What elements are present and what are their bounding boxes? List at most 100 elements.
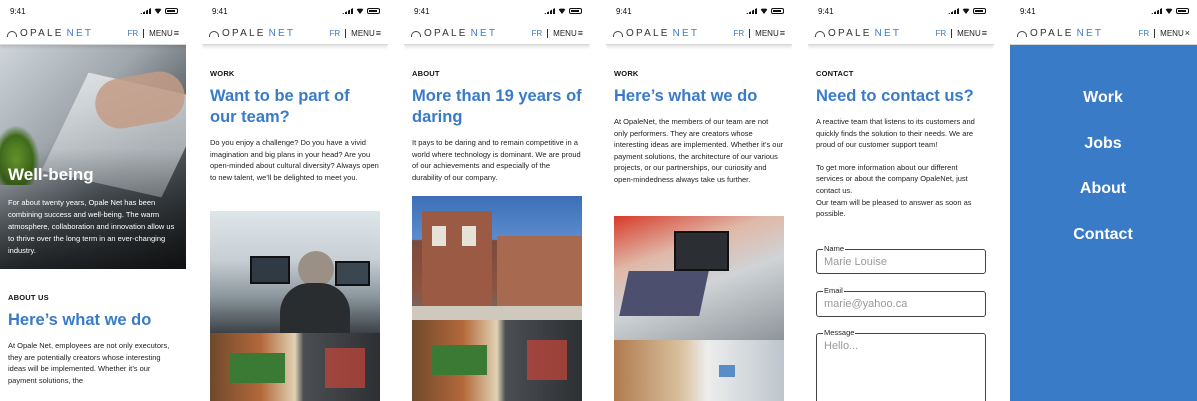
logo-arc-icon [815, 31, 825, 37]
section-heading: Here’s what we do [8, 311, 152, 329]
email-field-value[interactable]: marie@yahoo.ca [824, 298, 907, 310]
divider [547, 28, 549, 38]
status-bar: 9:41 [808, 0, 994, 22]
language-toggle[interactable]: FR [734, 29, 745, 38]
section-body: Do you enjoy a challenge? Do you have a … [210, 138, 379, 182]
laptop-desk-photo [614, 216, 784, 340]
monitor-shape [674, 231, 729, 271]
navbar: OPALE NET FR MENU × [1010, 22, 1197, 45]
foosball-table-shape [230, 353, 285, 383]
status-time: 9:41 [1020, 6, 1036, 16]
status-bar: 9:41 [404, 0, 590, 22]
window-shape [432, 226, 446, 246]
status-time: 9:41 [818, 6, 834, 16]
laptop-screen-shape [619, 271, 709, 316]
status-icons [1151, 8, 1189, 14]
hero-title: Well-being [8, 165, 94, 184]
menu-button[interactable]: MENU [149, 29, 173, 38]
signal-icon [544, 8, 555, 14]
screen-menu: 9:41 OPALE NET FR MENU × Work Jobs About Co… [1010, 0, 1197, 401]
window-shape [462, 226, 476, 246]
menu-item-jobs[interactable]: Jobs [1010, 133, 1196, 179]
message-field[interactable]: Message Hello... [816, 328, 986, 401]
section-heading: More than 19 years of daring [412, 87, 582, 126]
logo[interactable]: OPALE NET [209, 28, 295, 39]
status-bar: 9:41 [606, 0, 792, 22]
section-body: At OpaleNet, the members of our team are… [614, 117, 784, 184]
section-body: To get more information about our differ… [816, 162, 968, 195]
battery-icon [771, 8, 784, 14]
language-toggle[interactable]: FR [532, 29, 543, 38]
battery-icon [367, 8, 380, 14]
message-field-label: Message [823, 328, 856, 337]
hamburger-icon[interactable]: ≡ [982, 28, 987, 38]
signal-icon [1151, 8, 1162, 14]
menu-item-contact[interactable]: Contact [1010, 224, 1196, 270]
hamburger-icon[interactable]: ≡ [376, 28, 381, 38]
logo[interactable]: OPALE NET [613, 28, 699, 39]
email-field[interactable]: Email marie@yahoo.ca [816, 286, 986, 317]
screen-home: 9:41 OPALE NET FR MENU ≡ Well-being For abo… [0, 0, 186, 401]
language-toggle[interactable]: FR [330, 29, 341, 38]
logo-arc-icon [613, 31, 623, 37]
section-body: It pays to be daring and to remain compe… [412, 138, 581, 182]
screen-contact: 9:41 OPALE NET FR MENU ≡ CONTACT Need to co… [808, 0, 994, 401]
monitor-shape [250, 256, 290, 284]
section-eyebrow: WORK [614, 69, 639, 78]
divider [951, 28, 953, 38]
logo-text-left: OPALE [20, 27, 64, 39]
logo-arc-icon [209, 31, 219, 37]
menu-button[interactable]: MENU [553, 29, 577, 38]
recreation-room-photo [210, 333, 380, 401]
status-bar: 9:41 [1010, 0, 1197, 22]
divider [749, 28, 751, 38]
status-bar: 9:41 [202, 0, 388, 22]
logo[interactable]: OPALE NET [411, 28, 497, 39]
status-time: 9:41 [616, 6, 632, 16]
wifi-icon [1165, 8, 1173, 14]
logo[interactable]: OPALE NET [1017, 28, 1103, 39]
menu-button[interactable]: MENU [1160, 29, 1184, 38]
logo[interactable]: OPALE NET [7, 28, 93, 39]
logo[interactable]: OPALE NET [815, 28, 901, 39]
wifi-icon [356, 8, 364, 14]
monitor-shape [335, 261, 370, 286]
section-eyebrow: WORK [210, 69, 235, 78]
person-body-shape [280, 283, 350, 333]
status-bar: 9:41 [0, 0, 186, 22]
message-field-value[interactable]: Hello... [824, 340, 858, 352]
status-icons [544, 8, 582, 14]
language-toggle[interactable]: FR [936, 29, 947, 38]
section-heading: Need to contact us? [816, 87, 974, 105]
name-field-value[interactable]: Marie Louise [824, 256, 887, 268]
navbar: OPALE NET FR MENU ≡ [404, 22, 590, 45]
screen-shape [719, 365, 735, 377]
foosball-table-shape [432, 345, 487, 375]
language-toggle[interactable]: FR [1139, 29, 1150, 38]
language-toggle[interactable]: FR [128, 29, 139, 38]
menu-button[interactable]: MENU [755, 29, 779, 38]
building-photo [412, 196, 582, 320]
menu-button[interactable]: MENU [957, 29, 981, 38]
section-body: A reactive team that listens to its cust… [816, 117, 975, 150]
hamburger-icon[interactable]: ≡ [578, 28, 583, 38]
signal-icon [140, 8, 151, 14]
screen-work-what-we-do: 9:41 OPALE NET FR MENU ≡ WORK Here’s what w… [606, 0, 792, 401]
office-photo [210, 211, 380, 333]
wifi-icon [154, 8, 162, 14]
hamburger-icon[interactable]: ≡ [780, 28, 785, 38]
logo-text-right: NET [1076, 27, 1104, 39]
menu-item-work[interactable]: Work [1010, 87, 1196, 133]
name-field[interactable]: Name Marie Louise [816, 244, 986, 274]
screen-about: 9:41 OPALE NET FR MENU ≡ ABOUT More than 19… [404, 0, 590, 401]
battery-icon [973, 8, 986, 14]
navbar: OPALE NET FR MENU ≡ [202, 22, 388, 45]
menu-button[interactable]: MENU [351, 29, 375, 38]
hamburger-icon[interactable]: ≡ [174, 28, 179, 38]
logo-text-left: OPALE [1030, 27, 1074, 39]
section-heading: Here’s what we do [614, 87, 758, 105]
menu-item-about[interactable]: About [1010, 178, 1196, 224]
logo-text-left: OPALE [828, 27, 872, 39]
wifi-icon [558, 8, 566, 14]
close-icon[interactable]: × [1185, 28, 1190, 38]
